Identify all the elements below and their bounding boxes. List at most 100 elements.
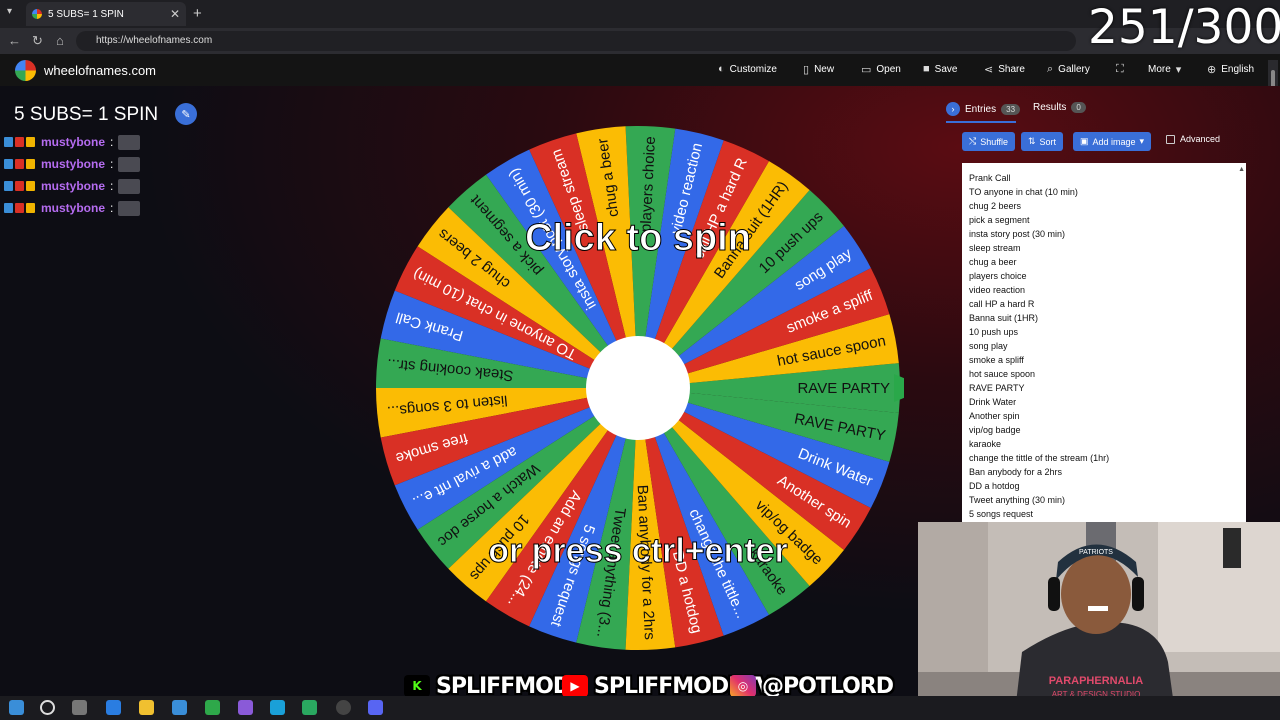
more-menu-button[interactable]: More ▾ <box>1148 63 1181 76</box>
chat-emote-icon <box>118 200 141 216</box>
wheel-title[interactable]: 5 SUBS= 1 SPIN <box>14 104 158 126</box>
edit-title-button[interactable]: ✎ <box>175 103 197 125</box>
tab-list-chevron-icon[interactable]: ▾ <box>7 6 12 17</box>
gallery-label: Gallery <box>1058 64 1090 75</box>
hoodie-text: PARAPHERNALIA <box>1049 675 1144 687</box>
edge-icon[interactable] <box>270 700 285 715</box>
wheel-segment-label: RAVE PARTY <box>797 380 890 397</box>
entry-line[interactable]: Another spin <box>969 409 1246 423</box>
chat-username: mustybone <box>41 201 106 215</box>
entry-line[interactable]: Drink Water <box>969 395 1246 409</box>
logo-icon[interactable] <box>15 60 36 81</box>
entry-line[interactable]: DD a hotdog <box>969 479 1246 493</box>
entry-line[interactable]: Prank Call <box>969 171 1246 185</box>
entries-tab-label: Entries <box>965 103 997 115</box>
entry-line[interactable]: Banna suit (1HR) <box>969 311 1246 325</box>
wheel-svg[interactable]: RAVE PARTYhot sauce spoonsmoke a spliffs… <box>372 122 928 654</box>
chat-line: mustybone : <box>4 153 141 175</box>
app-icon[interactable] <box>205 700 220 715</box>
app-header: wheelofnames.com ◐ Customize ▯ New ▭ Open ■… <box>0 54 1280 86</box>
folder-icon: ▭ <box>861 64 872 76</box>
chat-username: mustybone <box>41 135 106 149</box>
checkbox-box[interactable] <box>1166 134 1175 144</box>
entry-line[interactable]: song play <box>969 339 1246 353</box>
discord-icon[interactable] <box>368 700 383 715</box>
new-label: New <box>814 64 835 75</box>
entries-textarea[interactable]: Prank Call TO anyone in chat (10 min) chug… <box>962 163 1246 523</box>
chat-emote-icon <box>118 134 141 150</box>
pencil-icon: ✎ <box>181 108 191 121</box>
start-icon[interactable] <box>9 700 24 715</box>
refresh-icon[interactable]: ↻ <box>32 33 43 49</box>
entry-line[interactable]: RAVE PARTY <box>969 381 1246 395</box>
language-label: English <box>1221 64 1255 75</box>
entry-line[interactable]: pick a segment <box>969 213 1246 227</box>
click-to-spin-text[interactable]: Click to spin <box>525 217 752 260</box>
add-image-label: Add image <box>1092 136 1136 147</box>
share-button[interactable]: ⋖ Share <box>984 63 1025 76</box>
scroll-up-arrow-icon[interactable]: ▲ <box>1238 166 1245 173</box>
back-arrow-icon[interactable]: ← <box>8 33 21 48</box>
entry-line[interactable]: call HP a hard R <box>969 297 1246 311</box>
url-input[interactable]: https://wheelofnames.com <box>76 31 1076 51</box>
entry-line[interactable]: chug a beer <box>969 255 1246 269</box>
customize-button[interactable]: ◐ Customize <box>718 63 777 75</box>
chat-badge-icon <box>4 203 13 213</box>
tab-results[interactable]: Results 0 <box>1033 102 1086 113</box>
entry-line[interactable]: players choice <box>969 269 1246 283</box>
entry-line[interactable]: video reaction <box>969 283 1246 297</box>
language-button[interactable]: ⊕ English <box>1207 63 1254 76</box>
entries-list[interactable]: Prank Call TO anyone in chat (10 min) chug… <box>969 171 1246 521</box>
new-tab-button[interactable]: + <box>193 5 202 22</box>
entry-line[interactable]: insta story post (30 min) <box>969 227 1246 241</box>
search-icon[interactable] <box>40 700 55 715</box>
ctrl-enter-hint-text: or press ctrl+enter <box>488 532 788 570</box>
file-explorer-icon[interactable] <box>139 700 154 715</box>
wheel[interactable]: RAVE PARTY hot sauce spoon smoke a spliff s… <box>372 122 928 654</box>
entry-line[interactable]: smoke a spliff <box>969 353 1246 367</box>
browser-tab[interactable]: 5 SUBS= 1 SPIN ✕ <box>26 2 186 26</box>
tab-entries[interactable]: › Entries 33 <box>946 102 1021 116</box>
entry-line[interactable]: TO anyone in chat (10 min) <box>969 185 1246 199</box>
gallery-button[interactable]: ⌕ Gallery <box>1047 63 1090 76</box>
task-view-icon[interactable] <box>72 700 87 715</box>
entry-line[interactable]: 10 push ups <box>969 325 1246 339</box>
logo-text[interactable]: wheelofnames.com <box>44 63 156 78</box>
shuffle-button[interactable]: ⤭ Shuffle <box>962 132 1016 151</box>
fullscreen-button[interactable]: ⛶ <box>1116 63 1124 76</box>
chat-badge-icon <box>4 181 13 191</box>
save-button[interactable]: ■ Save <box>923 63 957 75</box>
app-icon[interactable] <box>302 700 317 715</box>
app-icon[interactable] <box>238 700 253 715</box>
app-icon[interactable] <box>172 700 187 715</box>
add-image-button[interactable]: ▣ Add image ▾ <box>1073 132 1152 151</box>
new-button[interactable]: ▯ New <box>803 63 834 76</box>
sort-button[interactable]: ⇅ Sort <box>1021 132 1064 151</box>
entry-line[interactable]: hot sauce spoon <box>969 367 1246 381</box>
collapse-panel-icon[interactable]: › <box>946 102 960 116</box>
tab-favicon-icon <box>32 9 42 19</box>
tab-close-icon[interactable]: ✕ <box>170 7 180 21</box>
entry-line[interactable]: Tweet anything (30 min) <box>969 493 1246 507</box>
entry-line[interactable]: sleep stream <box>969 241 1246 255</box>
active-tab-indicator <box>946 121 1016 123</box>
entry-line[interactable]: 5 songs request <box>969 507 1246 521</box>
chat-emote-icon <box>118 178 141 194</box>
home-icon[interactable]: ⌂ <box>56 33 64 48</box>
entry-line[interactable]: chug 2 beers <box>969 199 1246 213</box>
entry-line[interactable]: vip/og badge <box>969 423 1246 437</box>
app-icon[interactable] <box>106 700 121 715</box>
advanced-label: Advanced <box>1180 134 1221 144</box>
results-count: 0 <box>1071 102 1086 113</box>
entry-line[interactable]: Ban anybody for a 2hrs <box>969 465 1246 479</box>
advanced-checkbox[interactable]: Advanced <box>1166 134 1220 144</box>
chat-line: mustybone : <box>4 131 141 153</box>
entry-line[interactable]: karaoke <box>969 437 1246 451</box>
wheel-center[interactable] <box>586 336 690 440</box>
chat-separator: : <box>110 201 114 215</box>
chat-username: mustybone <box>41 157 106 171</box>
youtube-icon: ▶ <box>562 675 588 697</box>
entry-line[interactable]: change the tittle of the stream (1hr) <box>969 451 1246 465</box>
open-button[interactable]: ▭ Open <box>861 63 901 76</box>
obs-icon[interactable] <box>336 700 351 715</box>
